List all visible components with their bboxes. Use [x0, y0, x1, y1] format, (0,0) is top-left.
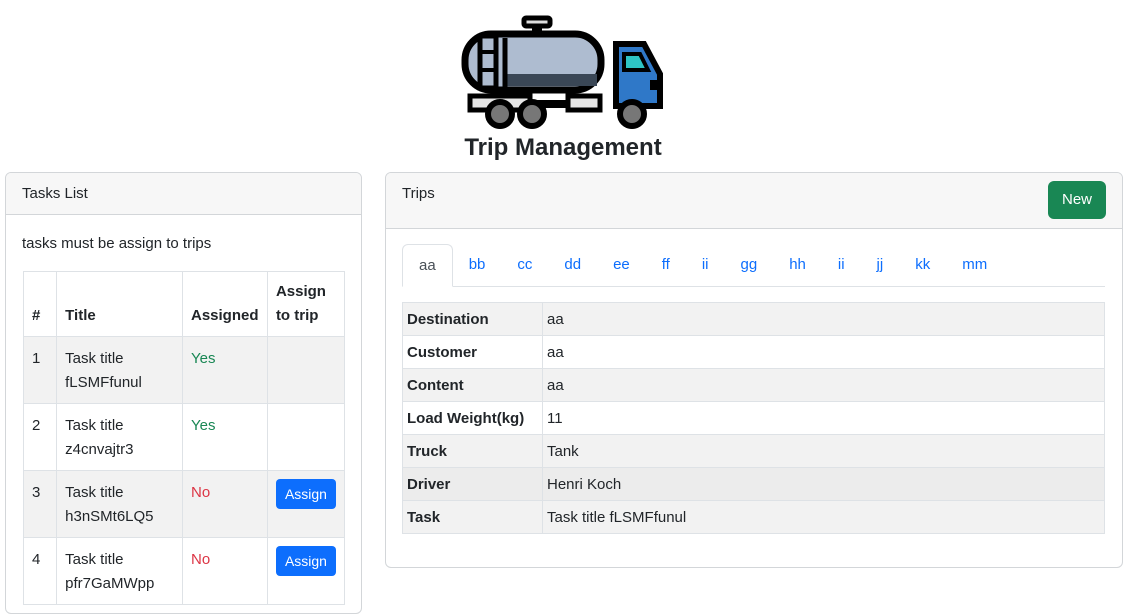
- table-row: 2 Task title z4cnvajtr3 Yes: [23, 403, 345, 471]
- column-header-assign-to-trip: Assign to trip: [266, 271, 345, 337]
- detail-value: Tank: [542, 434, 1105, 468]
- table-row: Load Weight(kg) 11: [402, 401, 1105, 435]
- tab-gg[interactable]: gg: [725, 244, 774, 286]
- task-assign-cell: [266, 336, 345, 404]
- task-title: Task title pfr7GaMWpp: [56, 537, 183, 605]
- page-title: Trip Management: [464, 134, 662, 161]
- table-row: 3 Task title h3nSMt6LQ5 No Assign: [23, 470, 345, 538]
- tab-cc[interactable]: cc: [501, 244, 548, 286]
- tasks-list-card: Tasks List tasks must be assign to trips…: [5, 172, 362, 614]
- detail-value: 11: [542, 401, 1105, 435]
- task-assign-cell: Assign: [266, 537, 345, 605]
- task-assigned-status: No: [182, 470, 268, 538]
- tasks-card-header: Tasks List: [6, 173, 361, 215]
- table-row: 4 Task title pfr7GaMWpp No Assign: [23, 537, 345, 605]
- tab-dd[interactable]: dd: [548, 244, 597, 286]
- detail-value: aa: [542, 368, 1105, 402]
- trips-card-title: Trips: [402, 185, 435, 202]
- tasks-description: tasks must be assign to trips: [22, 235, 212, 252]
- column-header-title: Title: [56, 271, 183, 337]
- detail-label: Load Weight(kg): [402, 401, 543, 435]
- task-title: Task title fLSMFfunul: [56, 336, 183, 404]
- tasks-table-container: # Title Assigned Assign to trip 1 Task t…: [23, 271, 345, 611]
- tab-ii[interactable]: ii: [686, 244, 725, 286]
- trips-card-header: Trips New: [386, 173, 1122, 229]
- table-row: Content aa: [402, 368, 1105, 402]
- table-row: Truck Tank: [402, 434, 1105, 468]
- task-number: 1: [23, 336, 58, 404]
- new-trip-button[interactable]: New: [1047, 181, 1106, 219]
- detail-value: Henri Koch: [542, 467, 1105, 501]
- task-assigned-status: No: [182, 537, 268, 605]
- task-number: 3: [23, 470, 58, 538]
- column-header-number: #: [23, 271, 58, 337]
- tanker-truck-icon: [461, 15, 663, 129]
- detail-label: Driver: [402, 467, 543, 501]
- table-row: Customer aa: [402, 335, 1105, 369]
- task-assigned-status: Yes: [182, 336, 268, 404]
- task-number: 4: [23, 537, 58, 605]
- page-header: Trip Management: [0, 0, 1136, 170]
- tab-hh[interactable]: hh: [773, 244, 822, 286]
- trip-details-table: Destination aa Customer aa Content aa Lo…: [402, 302, 1105, 534]
- table-row: Task Task title fLSMFfunul: [402, 500, 1105, 534]
- trip-tabs: aa bb cc dd ee ff ii gg hh ii jj kk mm: [402, 244, 1105, 287]
- tasks-table: # Title Assigned Assign to trip 1 Task t…: [23, 271, 345, 605]
- detail-value: aa: [542, 335, 1105, 369]
- detail-label: Destination: [402, 302, 543, 336]
- table-row: Driver Henri Koch: [402, 467, 1105, 501]
- detail-label: Truck: [402, 434, 543, 468]
- detail-label: Task: [402, 500, 543, 534]
- task-number: 2: [23, 403, 58, 471]
- column-header-assigned: Assigned: [182, 271, 268, 337]
- tab-bb[interactable]: bb: [453, 244, 502, 286]
- assign-button[interactable]: Assign: [275, 546, 336, 576]
- task-assign-cell: Assign: [266, 470, 345, 538]
- assign-button[interactable]: Assign: [275, 479, 336, 509]
- tab-ii-second[interactable]: ii: [822, 244, 861, 286]
- tab-kk[interactable]: kk: [899, 244, 946, 286]
- task-title: Task title z4cnvajtr3: [56, 403, 183, 471]
- table-row: 1 Task title fLSMFfunul Yes: [23, 336, 345, 404]
- tab-aa[interactable]: aa: [402, 244, 453, 287]
- tab-jj[interactable]: jj: [861, 244, 900, 286]
- detail-value: aa: [542, 302, 1105, 336]
- task-title: Task title h3nSMt6LQ5: [56, 470, 183, 538]
- tab-mm[interactable]: mm: [946, 244, 1003, 286]
- detail-value: Task title fLSMFfunul: [542, 500, 1105, 534]
- detail-label: Content: [402, 368, 543, 402]
- tab-ee[interactable]: ee: [597, 244, 646, 286]
- task-assign-cell: [266, 403, 345, 471]
- detail-label: Customer: [402, 335, 543, 369]
- table-row: Destination aa: [402, 302, 1105, 336]
- tab-ff[interactable]: ff: [646, 244, 686, 286]
- trips-card: Trips New aa bb cc dd ee ff ii gg hh ii …: [385, 172, 1123, 568]
- task-assigned-status: Yes: [182, 403, 268, 471]
